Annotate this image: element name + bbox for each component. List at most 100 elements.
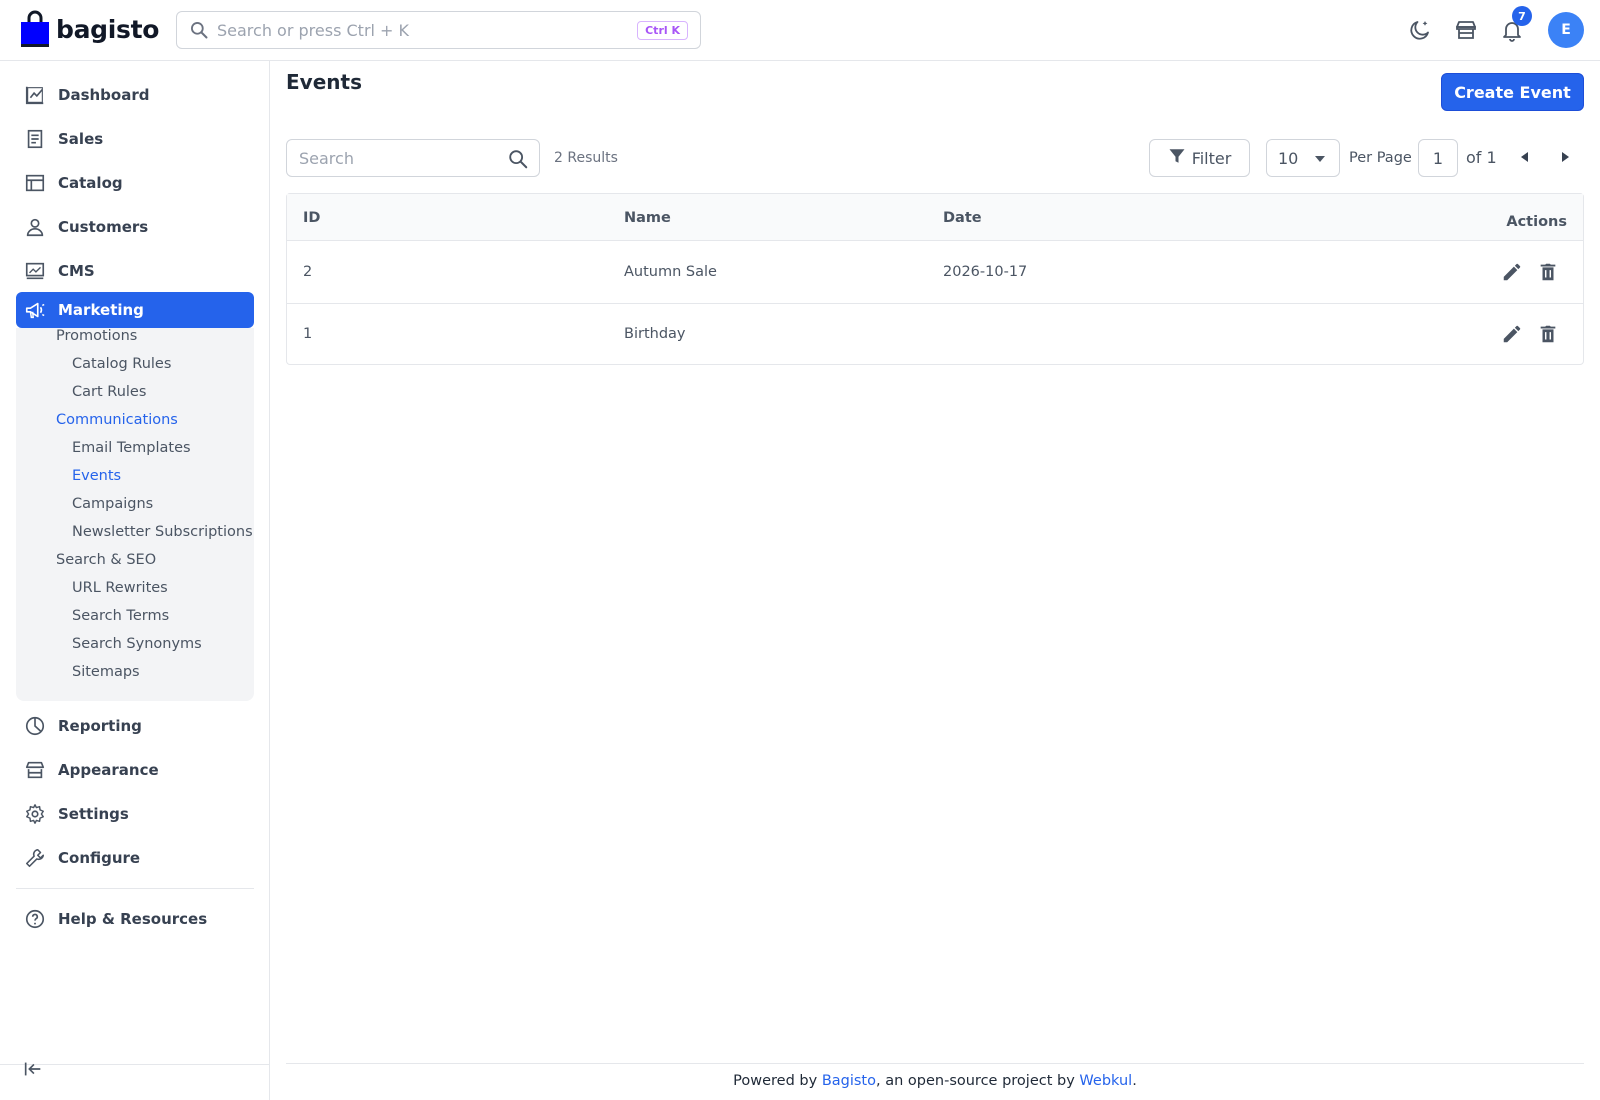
sidebar-item-label: Reporting [58,717,142,735]
footer-middle: , an open-source project by [876,1073,1080,1089]
sidebar-item-label: Settings [58,805,129,823]
edit-icon[interactable] [1500,260,1524,284]
avatar[interactable]: E [1548,12,1584,48]
filter-icon [1168,147,1186,169]
sidebar-item-label: Sales [58,130,104,148]
per-page-value: 10 [1278,148,1299,168]
per-page-label: Per Page [1349,150,1412,166]
submenu-search-seo[interactable]: Search & SEO [56,552,156,568]
table-row: 2 Autumn Sale 2026-10-17 [287,242,1583,304]
filter-button[interactable]: Filter [1149,139,1250,177]
sidebar-item-cms[interactable]: CMS [16,253,254,289]
submenu-cart-rules[interactable]: Cart Rules [72,384,146,400]
page-total-label: of 1 [1466,148,1497,167]
footer-divider [286,1063,1584,1064]
edit-icon[interactable] [1500,322,1524,346]
catalog-icon [24,172,46,194]
submenu-catalog-rules[interactable]: Catalog Rules [72,356,171,372]
cell-name: Autumn Sale [624,264,717,280]
bag-logo-icon [21,10,49,47]
submenu-search-terms[interactable]: Search Terms [72,608,169,624]
page-title: Events [286,70,362,94]
submenu-search-synonyms[interactable]: Search Synonyms [72,636,202,652]
next-page-icon[interactable] [1562,152,1569,162]
sidebar-item-settings[interactable]: Settings [16,796,254,832]
page-number-input[interactable]: 1 [1418,139,1458,177]
webkul-link[interactable]: Webkul [1079,1073,1132,1089]
moon-icon [1410,21,1429,40]
column-header-name[interactable]: Name [624,210,671,226]
sidebar-item-marketing[interactable]: Marketing [16,292,254,328]
gear-icon [24,803,46,825]
sidebar-item-catalog[interactable]: Catalog [16,165,254,201]
sidebar-item-label: Customers [58,218,149,236]
store-icon [1456,21,1476,39]
sidebar-item-label: Marketing [58,301,144,319]
sidebar-item-dashboard[interactable]: Dashboard [16,77,254,113]
storefront-button[interactable] [1448,12,1484,48]
submenu-email-templates[interactable]: Email Templates [72,440,191,456]
events-table: ID Name Date Actions 2 Autumn Sale 2026-… [286,193,1584,365]
delete-icon[interactable] [1536,260,1560,284]
sidebar-item-reporting[interactable]: Reporting [16,708,254,744]
sidebar-item-label: CMS [58,262,95,280]
search-icon[interactable] [507,148,529,174]
delete-icon[interactable] [1536,322,1560,346]
marketing-submenu: Promotions Catalog Rules Cart Rules Comm… [16,328,254,701]
cell-id: 2 [303,264,313,280]
cms-icon [24,260,46,282]
datagrid-search-input[interactable]: Search [286,139,540,177]
sidebar-item-customers[interactable]: Customers [16,209,254,245]
collapse-sidebar-button[interactable] [22,1058,44,1084]
chevron-down-icon [1315,156,1325,162]
sidebar-divider [16,888,254,889]
submenu-promotions[interactable]: Promotions [56,328,137,344]
submenu-events[interactable]: Events [72,468,121,484]
help-icon [24,908,46,930]
sidebar: Dashboard Sales Catalog Customers CMS Ma… [0,61,270,1100]
appearance-icon [24,759,46,781]
reporting-icon [24,715,46,737]
datagrid-search-placeholder: Search [299,148,354,168]
sidebar-item-configure[interactable]: Configure [16,840,254,876]
filter-label: Filter [1191,148,1232,168]
notification-count-badge: 7 [1512,6,1532,26]
submenu-campaigns[interactable]: Campaigns [72,496,153,512]
submenu-url-rewrites[interactable]: URL Rewrites [72,580,168,596]
cell-name: Birthday [624,326,686,342]
column-header-date[interactable]: Date [943,210,982,226]
top-header: bagisto Search or press Ctrl + K Ctrl K [0,0,1600,61]
dark-mode-toggle[interactable] [1402,12,1438,48]
header-actions: 7 E [1392,6,1584,48]
sidebar-item-appearance[interactable]: Appearance [16,752,254,788]
column-header-id[interactable]: ID [303,210,320,226]
search-icon [191,22,208,39]
sidebar-item-label: Configure [58,849,141,867]
footer-prefix: Powered by [733,1073,822,1089]
sidebar-item-sales[interactable]: Sales [16,121,254,157]
wrench-icon [24,847,46,869]
submenu-communications[interactable]: Communications [56,412,178,428]
sidebar-item-label: Appearance [58,761,159,779]
logo[interactable]: bagisto [20,10,159,48]
submenu-sitemaps[interactable]: Sitemaps [72,664,140,680]
customers-icon [24,216,46,238]
create-event-button[interactable]: Create Event [1441,73,1584,111]
megaphone-icon [24,299,46,321]
notifications-button[interactable]: 7 [1494,6,1532,48]
submenu-newsletter-subscriptions[interactable]: Newsletter Subscriptions [72,524,253,540]
table-row: 1 Birthday [287,304,1583,366]
per-page-select[interactable]: 10 [1266,139,1340,177]
global-search-input[interactable]: Search or press Ctrl + K Ctrl K [176,11,701,49]
sidebar-item-label: Dashboard [58,86,150,104]
cell-id: 1 [303,326,313,342]
sidebar-item-label: Catalog [58,174,123,192]
cell-date: 2026-10-17 [943,264,1028,280]
results-count: 2 Results [554,150,618,166]
dashboard-icon [24,84,46,106]
prev-page-icon[interactable] [1521,152,1528,162]
sidebar-item-help[interactable]: Help & Resources [16,901,254,937]
sales-icon [24,128,46,150]
bagisto-link[interactable]: Bagisto [822,1073,876,1089]
collapse-icon [24,1062,41,1076]
